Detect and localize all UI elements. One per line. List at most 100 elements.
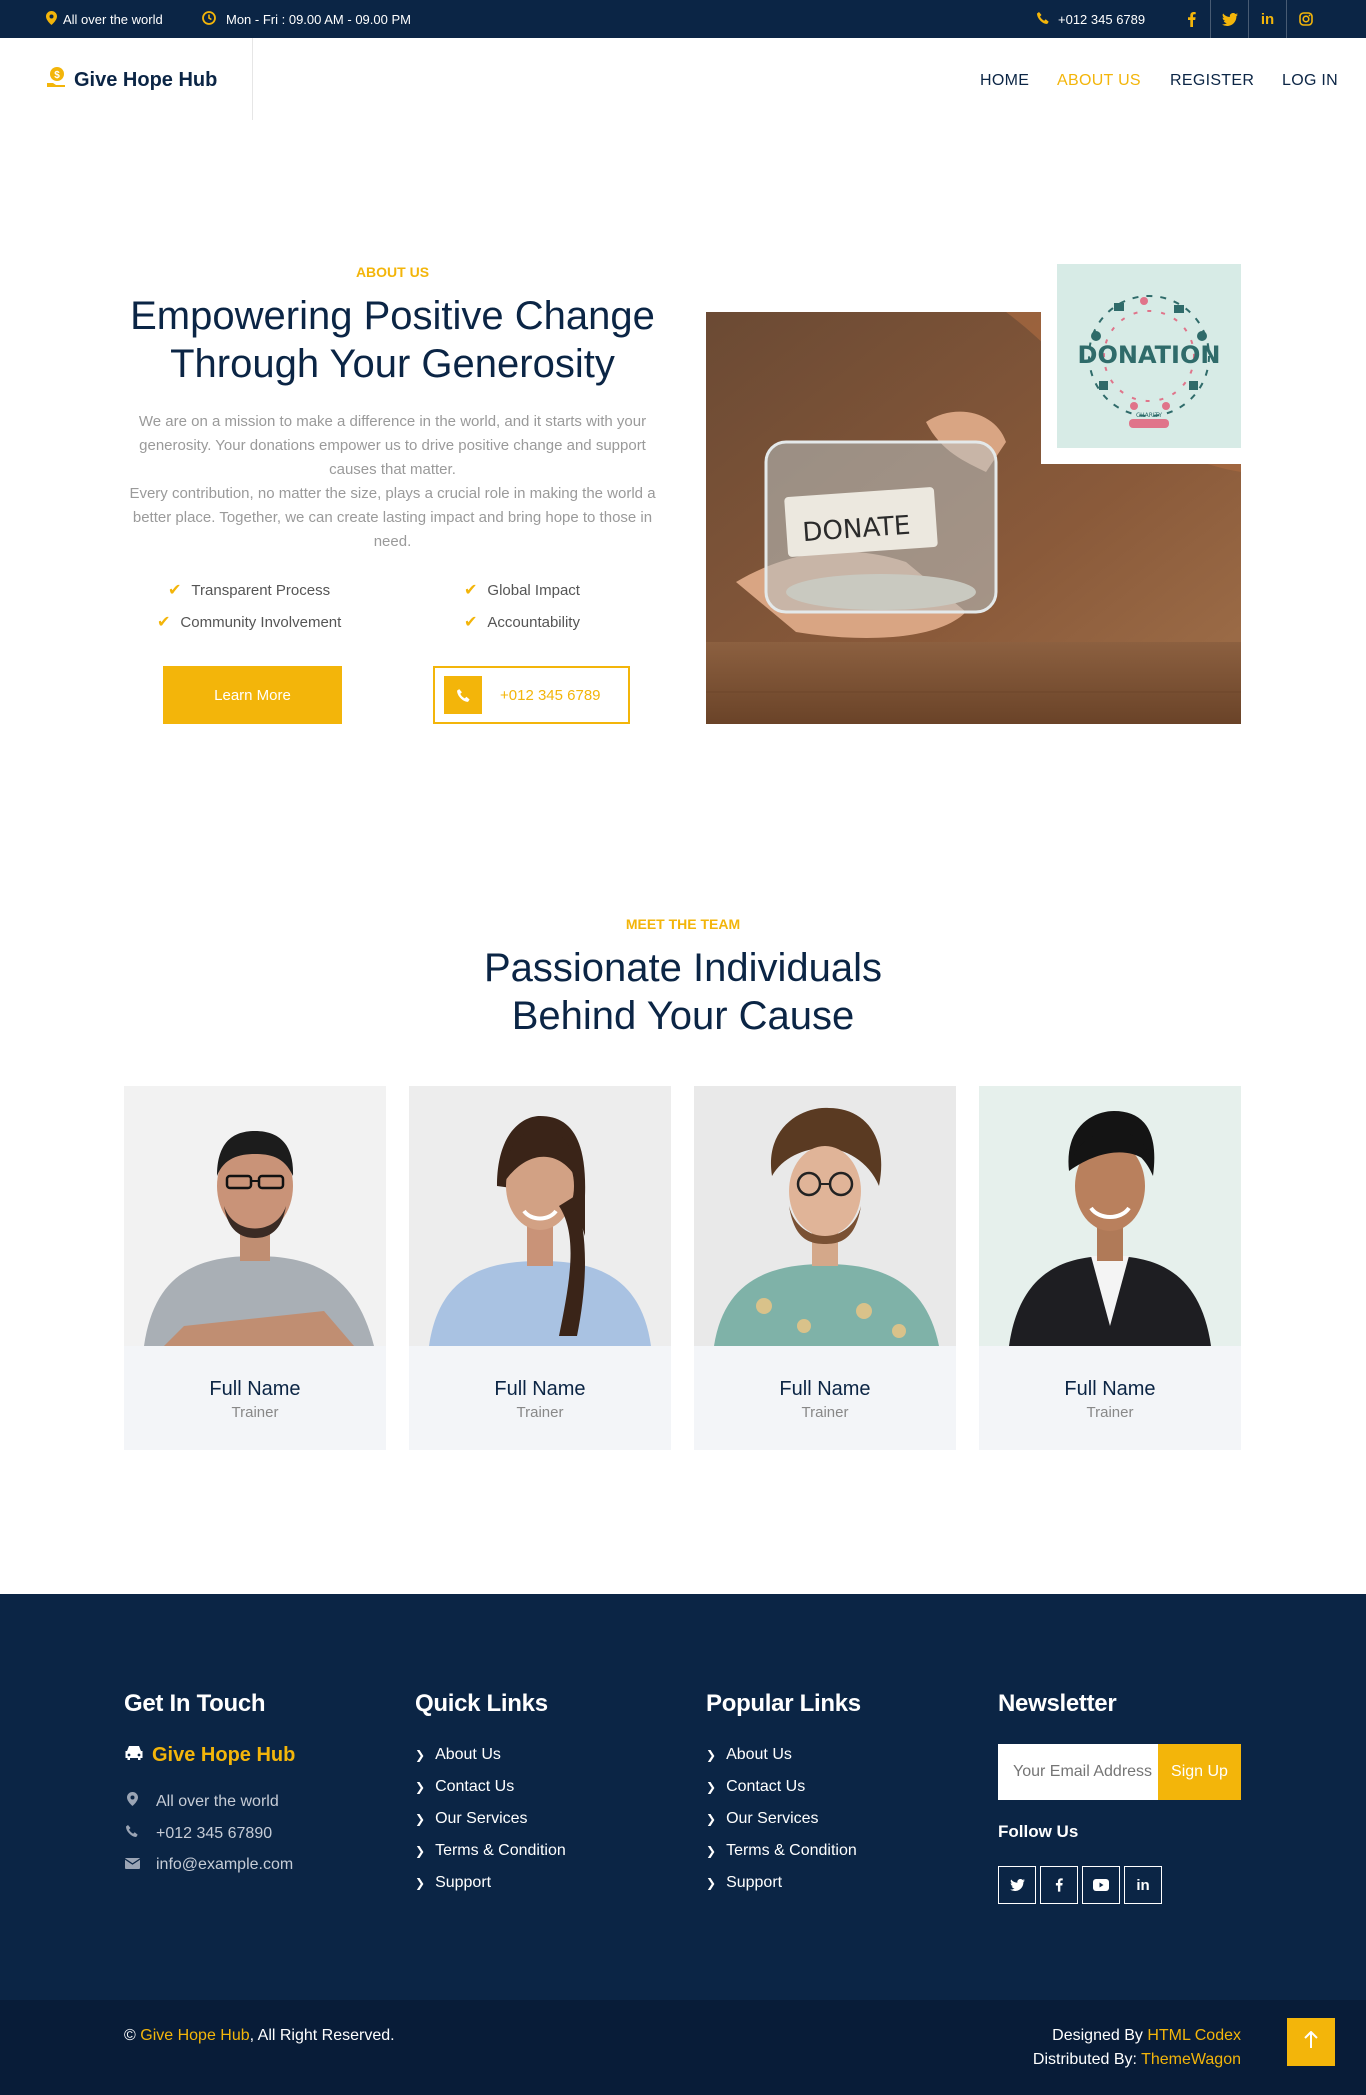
- map-pin-icon: [124, 1792, 140, 1811]
- about-eyebrow: ABOUT US: [355, 264, 430, 280]
- instagram-icon[interactable]: [1286, 0, 1324, 38]
- clock-icon: [202, 10, 216, 28]
- designed-by-label: Designed By: [1052, 2027, 1143, 2044]
- chevron-right-icon: ❯: [706, 1780, 717, 1794]
- footer-brand[interactable]: Give Hope Hub: [124, 1744, 295, 1767]
- chevron-right-icon: ❯: [415, 1780, 426, 1794]
- linkedin-icon[interactable]: in: [1124, 1866, 1162, 1904]
- nav-about-us[interactable]: ABOUT US: [1057, 72, 1141, 90]
- svg-text:$: $: [54, 70, 60, 81]
- twitter-icon[interactable]: [1210, 0, 1248, 38]
- about-title-line1: Empowering Positive Change: [130, 294, 655, 338]
- link-label: Terms & Condition: [435, 1842, 566, 1859]
- donation-illustration-frame: DONATION CHARITY: [1041, 256, 1241, 464]
- team-member-card[interactable]: Full Name Trainer: [124, 1086, 386, 1450]
- team-title-line1: Passionate Individuals: [483, 946, 883, 990]
- copyright-symbol: ©: [124, 2027, 136, 2044]
- link-label: About Us: [726, 1746, 792, 1763]
- check-icon: ✔: [464, 614, 478, 631]
- quick-link-terms[interactable]: ❯ Terms & Condition: [415, 1842, 566, 1860]
- feature-label: Accountability: [487, 613, 580, 631]
- chevron-right-icon: ❯: [415, 1844, 426, 1858]
- footer-phone: +012 345 67890: [124, 1824, 272, 1843]
- main-header: $ Give Hope Hub HOME ABOUT US REGISTER L…: [0, 38, 1366, 120]
- phone-text: +012 345 6789: [1058, 11, 1146, 27]
- about-title: Empowering Positive Change Through Your …: [100, 292, 685, 388]
- designed-by-link[interactable]: HTML Codex: [1147, 2027, 1241, 2044]
- facebook-icon[interactable]: [1172, 0, 1210, 38]
- link-label: Support: [435, 1874, 492, 1891]
- designed-by: Designed By HTML Codex: [1052, 2027, 1241, 2045]
- footer-popular-links-heading: Popular Links: [706, 1690, 861, 1717]
- donation-illustration: DONATION CHARITY: [1057, 264, 1241, 448]
- footer-email: info@example.com: [124, 1856, 293, 1874]
- about-description: We are on a mission to make a difference…: [120, 410, 665, 554]
- footer-brand-name: Give Hope Hub: [152, 1744, 296, 1766]
- facebook-icon[interactable]: [1040, 1866, 1078, 1904]
- quick-link-support[interactable]: ❯ Support: [415, 1874, 491, 1892]
- brand-logo[interactable]: $ Give Hope Hub: [46, 66, 217, 94]
- team-member-card[interactable]: Full Name Trainer: [409, 1086, 671, 1450]
- quick-link-about-us[interactable]: ❯ About Us: [415, 1746, 501, 1764]
- learn-more-button[interactable]: Learn More: [163, 666, 342, 724]
- team-member-name: Full Name: [494, 1378, 586, 1400]
- about-paragraph-2: Every contribution, no matter the size, …: [129, 485, 656, 550]
- header-divider: [252, 38, 253, 120]
- chevron-right-icon: ❯: [706, 1748, 717, 1762]
- team-member-name: Full Name: [209, 1378, 301, 1400]
- feature-transparent-process: ✔ Transparent Process: [168, 580, 330, 600]
- follow-us-label: Follow Us: [998, 1822, 1079, 1841]
- check-icon: ✔: [157, 614, 171, 631]
- quick-link-contact-us[interactable]: ❯ Contact Us: [415, 1778, 514, 1796]
- twitter-icon[interactable]: [998, 1866, 1036, 1904]
- chevron-right-icon: ❯: [415, 1748, 426, 1762]
- chevron-right-icon: ❯: [415, 1876, 426, 1890]
- donation-small-label: CHARITY: [1136, 412, 1162, 419]
- phone-icon: [1036, 11, 1050, 28]
- quick-link-our-services[interactable]: ❯ Our Services: [415, 1810, 528, 1828]
- about-title-line2: Through Your Generosity: [170, 342, 615, 386]
- top-bar: All over the world Mon - Fri : 09.00 AM …: [0, 0, 1366, 38]
- popular-link-our-services[interactable]: ❯ Our Services: [706, 1810, 819, 1828]
- arrow-up-icon: [1304, 2029, 1318, 2055]
- feature-label: Community Involvement: [180, 613, 342, 631]
- nav-log-in[interactable]: LOG IN: [1282, 72, 1338, 90]
- feature-accountability: ✔ Accountability: [464, 612, 580, 632]
- youtube-icon[interactable]: [1082, 1866, 1120, 1904]
- nav-home[interactable]: HOME: [980, 72, 1029, 90]
- call-phone-button[interactable]: +012 345 6789: [433, 666, 630, 724]
- team-member-name: Full Name: [779, 1378, 871, 1400]
- team-member-name: Full Name: [1064, 1378, 1156, 1400]
- team-member-role: Trainer: [1086, 1404, 1134, 1421]
- feature-community-involvement: ✔ Community Involvement: [157, 612, 341, 632]
- popular-link-contact-us[interactable]: ❯ Contact Us: [706, 1778, 805, 1796]
- copyright-brand-link[interactable]: Give Hope Hub: [140, 2027, 249, 2044]
- location-text: All over the world: [63, 11, 163, 27]
- link-label: Our Services: [726, 1810, 819, 1827]
- copyright-bar: © Give Hope Hub, All Right Reserved. Des…: [0, 2000, 1366, 2095]
- team-title: Passionate Individuals Behind Your Cause: [0, 944, 1366, 1040]
- nav-register[interactable]: REGISTER: [1170, 72, 1254, 90]
- footer-newsletter-heading: Newsletter: [998, 1690, 1117, 1717]
- linkedin-icon[interactable]: in: [1248, 0, 1286, 38]
- newsletter-signup-button[interactable]: Sign Up: [1158, 1744, 1241, 1800]
- chevron-right-icon: ❯: [706, 1844, 717, 1858]
- team-member-role: Trainer: [231, 1404, 279, 1421]
- popular-link-terms[interactable]: ❯ Terms & Condition: [706, 1842, 857, 1860]
- envelope-icon: [124, 1856, 140, 1874]
- newsletter-email-input[interactable]: [998, 1744, 1158, 1800]
- team-member-card[interactable]: Full Name Trainer: [694, 1086, 956, 1450]
- phone-icon: [124, 1824, 140, 1843]
- copyright-rights: , All Right Reserved.: [249, 2027, 395, 2044]
- distributed-by-link[interactable]: ThemeWagon: [1141, 2051, 1241, 2068]
- popular-link-support[interactable]: ❯ Support: [706, 1874, 782, 1892]
- link-label: Contact Us: [435, 1778, 515, 1795]
- popular-link-about-us[interactable]: ❯ About Us: [706, 1746, 792, 1764]
- back-to-top-button[interactable]: [1287, 2018, 1335, 2066]
- team-member-card[interactable]: Full Name Trainer: [979, 1086, 1241, 1450]
- hours-text: Mon - Fri : 09.00 AM - 09.00 PM: [226, 11, 411, 27]
- link-label: About Us: [435, 1746, 501, 1763]
- phone-number: +012 345 6789: [500, 686, 601, 704]
- link-label: Support: [726, 1874, 783, 1891]
- team-member-photo: [124, 1086, 386, 1346]
